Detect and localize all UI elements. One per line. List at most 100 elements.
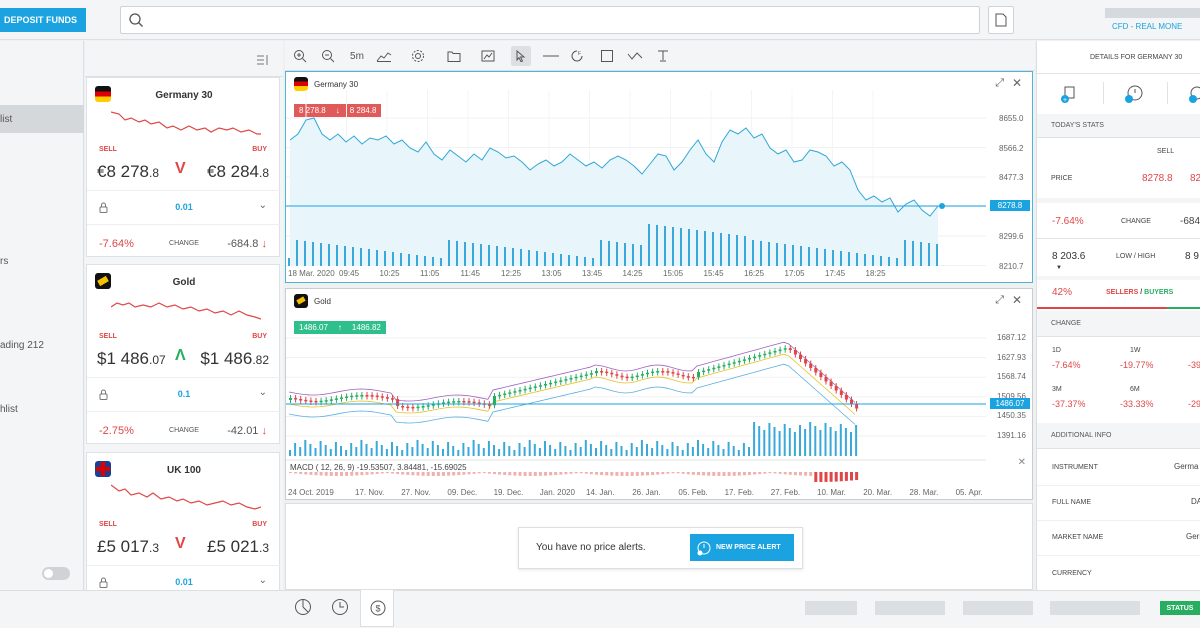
watchlist-card-gold[interactable]: Gold SELL BUY $1 486.07 Λ $1 486.82 0.1 …	[86, 264, 281, 444]
buy-price-button[interactable]: €8 284.8	[207, 162, 269, 182]
price-chart-germany30[interactable]	[286, 90, 986, 266]
template-folder-icon[interactable]	[444, 46, 464, 66]
germany-flag-icon	[294, 77, 308, 91]
candle-body	[579, 375, 583, 378]
macd-bar	[350, 472, 354, 476]
buy-price-button[interactable]: $1 486.82	[200, 349, 269, 369]
nav-item-hotlist[interactable]: hlist	[0, 404, 18, 415]
search-input[interactable]	[120, 6, 980, 34]
nav-item-trading[interactable]: ading 212	[0, 340, 44, 351]
candle-body	[518, 390, 522, 392]
macd-bar	[554, 472, 558, 476]
line-tool-icon[interactable]	[541, 46, 561, 66]
buy-price-button[interactable]: £5 021.3	[207, 537, 269, 557]
candle-body	[294, 398, 298, 400]
macd-bar	[426, 472, 430, 476]
deposit-funds-button[interactable]: DEPOSIT FUNDS	[0, 8, 86, 32]
sell-price-decimals: .8	[149, 166, 160, 180]
candle-body	[778, 349, 782, 352]
macd-bar	[421, 472, 425, 476]
list-settings-icon[interactable]	[257, 55, 269, 65]
chevron-down-icon[interactable]: ⌄	[259, 575, 267, 586]
volume-bar	[477, 444, 480, 456]
zoom-in-icon[interactable]	[290, 46, 310, 66]
volume-bar	[294, 443, 297, 456]
close-icon[interactable]: ✕	[1012, 76, 1022, 90]
close-icon[interactable]: ✕	[1012, 293, 1022, 307]
svg-text:$: $	[376, 604, 381, 614]
zoom-out-icon[interactable]	[318, 46, 338, 66]
indicators-icon[interactable]	[478, 46, 498, 66]
document-button[interactable]	[988, 6, 1014, 34]
nav-item-markets[interactable]: rs	[0, 256, 8, 267]
alert-order-icon[interactable]	[1188, 84, 1200, 104]
price-sparkline	[111, 484, 261, 510]
macd-bar	[319, 472, 323, 476]
settings-gear-icon[interactable]	[408, 46, 428, 66]
candle-body	[768, 352, 772, 354]
text-tool-icon[interactable]	[653, 46, 673, 66]
volume-bar	[783, 424, 786, 456]
volume-bar	[697, 440, 699, 456]
arrow-down-icon: ↓	[261, 425, 268, 437]
volume-bar	[928, 243, 930, 266]
new-price-alert-button[interactable]: NEW PRICE ALERT	[690, 534, 794, 561]
volume-bar	[727, 442, 730, 456]
volume-bar	[615, 442, 618, 456]
status-button[interactable]: STATUS	[1160, 601, 1200, 615]
expand-icon[interactable]: ⤢	[995, 77, 1004, 90]
watchlist-card-germany30[interactable]: Germany 30 SELL BUY €8 278.8 V €8 284.8 …	[86, 77, 281, 257]
candle-body	[722, 365, 726, 367]
sell-price-button[interactable]: €8 278.8	[97, 162, 159, 182]
x-tick-label: Jan. 2020	[539, 488, 575, 497]
volume-bar	[712, 441, 715, 456]
close-indicator-icon[interactable]: ✕	[1018, 457, 1026, 468]
expand-icon[interactable]: ⤢	[995, 294, 1004, 307]
account-type-label[interactable]: CFD - REAL MONE	[1112, 22, 1182, 31]
macd-bar	[625, 472, 629, 476]
additional-info-header: ADDITIONAL INFO	[1037, 423, 1200, 449]
fibonacci-tool-icon[interactable]: F	[567, 46, 587, 66]
details-header: DETAILS FOR GERMANY 30	[1090, 54, 1183, 61]
portfolio-pie-icon[interactable]	[294, 598, 312, 616]
chevron-down-icon[interactable]: ⌄	[259, 387, 267, 398]
volume-bar	[554, 449, 557, 456]
volume-bar	[296, 240, 298, 266]
cursor-tool-icon[interactable]	[511, 46, 531, 66]
chart-type-icon[interactable]	[374, 46, 394, 66]
y-tick-label: 1687.12	[997, 333, 1026, 342]
volume-bar	[493, 445, 495, 456]
instrument-name: Gold	[172, 277, 196, 288]
arrow-down-icon: ↓	[261, 238, 268, 250]
price-alerts-tab[interactable]: $	[360, 590, 394, 627]
theme-toggle[interactable]	[42, 567, 70, 580]
macd-bar	[727, 472, 731, 476]
candle-body	[681, 374, 685, 377]
info-value: Gern	[1186, 532, 1200, 541]
path-tool-icon[interactable]	[625, 46, 645, 66]
watchlist-card-uk100[interactable]: UK 100 SELL BUY £5 017.3 V £5 021.3 0.01…	[86, 452, 281, 590]
chevron-down-icon[interactable]: ⌄	[259, 200, 267, 211]
buy-price-decimals: .3	[258, 541, 269, 555]
candlestick-chart-gold[interactable]	[286, 316, 986, 484]
rectangle-tool-icon[interactable]	[597, 46, 617, 66]
volume-bar	[744, 236, 746, 266]
candle-body	[691, 376, 695, 379]
buy-label: BUY	[252, 521, 267, 528]
candle-body	[385, 397, 389, 399]
volume-bar	[462, 443, 465, 456]
instrument-name: Germany 30	[155, 90, 213, 101]
pending-order-icon[interactable]	[1124, 84, 1144, 104]
spread-value: 0.01	[175, 577, 193, 587]
candle-body	[533, 386, 537, 388]
sell-price-button[interactable]: £5 017.3	[97, 537, 159, 557]
macd-bar	[737, 472, 741, 476]
nav-item-watchlist[interactable]: list	[0, 114, 12, 125]
history-clock-icon[interactable]	[331, 598, 349, 616]
volume-bar	[496, 246, 498, 266]
interval-selector[interactable]: 5m	[346, 46, 368, 66]
candle-body	[630, 376, 634, 379]
new-order-icon[interactable]: +	[1060, 84, 1078, 104]
sell-price-button[interactable]: $1 486.07	[97, 349, 166, 369]
candle-body	[850, 399, 853, 404]
